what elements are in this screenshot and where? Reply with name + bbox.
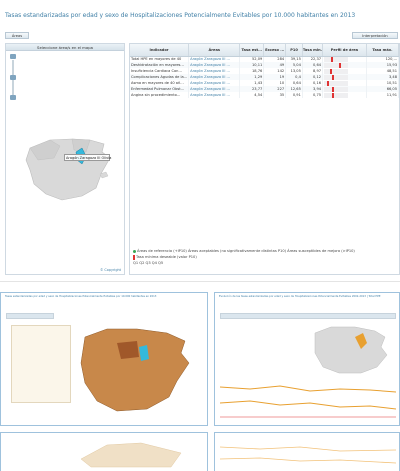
- indicators-panel: Indicador Áreas Tasa est... Exceso ... P…: [129, 43, 400, 275]
- legend-area-types-text: Áreas de referencia (+IP10) Áreas acepta…: [137, 249, 355, 253]
- thumbnail-map-2: [80, 442, 182, 468]
- legend: Áreas de referencia (+IP10) Áreas acepta…: [133, 248, 398, 266]
- thumbnail-evolution-title: Evolución de las tasas estandarizadas po…: [219, 295, 381, 298]
- profile-bar: [324, 74, 349, 80]
- map-tooltip: Aragón Zaragoza III Olivia: [64, 154, 112, 161]
- profile-marker: [332, 74, 335, 80]
- cell-tasa-min: 0,75: [302, 92, 324, 98]
- column-header-tasa-max[interactable]: Tasa máx.: [366, 44, 399, 57]
- profile-bar: [324, 56, 349, 62]
- column-header-indicador[interactable]: Indicador: [130, 44, 190, 57]
- thumbnail-map-view[interactable]: Tasas estandarizadas por edad y sexo de …: [0, 292, 208, 426]
- thumbnail-map-2-shape: [80, 442, 182, 468]
- thumbnail-series-line-2: [220, 400, 396, 410]
- legend-ref-dot: [133, 249, 136, 253]
- interpretacion-button[interactable]: Interpretación: [352, 32, 398, 39]
- cell-perfil: [322, 92, 367, 98]
- cell-indicador: Total HPE en mayores de 40: [130, 56, 190, 62]
- thumbnail-indicator-list: [11, 325, 71, 403]
- column-header-tasa-min[interactable]: Tasa min.: [302, 44, 324, 57]
- areas-button[interactable]: Áreas: [5, 32, 29, 39]
- zoom-out-icon[interactable]: [10, 95, 16, 100]
- profile-marker: [331, 86, 334, 92]
- thumbnail-lines-2-series-b: [220, 457, 396, 464]
- indicators-table: Indicador Áreas Tasa est... Exceso ... P…: [130, 44, 399, 98]
- cell-exceso: 35: [263, 92, 287, 98]
- cell-indicador: Angina sin procedimiento...: [130, 92, 190, 98]
- profile-marker: [338, 62, 341, 68]
- map-panel: Seleccione área/s en el mapa Aragón Zara…: [5, 43, 125, 275]
- thumbnail-evolution-map: [314, 326, 388, 374]
- cell-p10: 0,91: [285, 92, 303, 98]
- map-panel-header: Seleccione área/s en el mapa: [6, 44, 124, 51]
- thumbnail-choropleth-map: [80, 328, 190, 412]
- thumbnail-evolution-view[interactable]: Evolución de las tasas estandarizadas po…: [214, 292, 400, 426]
- column-header-perfil[interactable]: Perfil de área: [322, 44, 367, 57]
- p10-marker-icon: [133, 254, 135, 260]
- table-row[interactable]: Angina sin procedimiento... Aragón Zarago…: [130, 92, 399, 98]
- cell-area: Aragón Zaragoza III ...: [188, 92, 241, 98]
- column-header-areas[interactable]: Áreas: [188, 44, 241, 57]
- profile-bar: [324, 62, 349, 68]
- thumbnail-series-line-1: [220, 385, 396, 393]
- zoom-in-icon[interactable]: [10, 54, 16, 59]
- main-dashboard: Tasas estandarizadas por edad y sexo de …: [0, 0, 400, 282]
- cell-tasa-max: 11,91: [366, 92, 399, 98]
- thumbnail-map-view-2[interactable]: [0, 432, 208, 471]
- thumbnail-evolution-toolbar: [220, 313, 396, 319]
- legend-quintiles: Q1 Q2 Q3 Q4 Q5: [133, 261, 164, 265]
- column-header-exceso[interactable]: Exceso ...: [263, 44, 287, 57]
- profile-bar: [324, 68, 349, 74]
- thumbnail-map-title: Tasas estandarizadas por edad y sexo de …: [5, 295, 157, 298]
- profile-marker: [332, 92, 335, 98]
- zoom-handle[interactable]: [10, 75, 16, 80]
- profile-marker: [330, 56, 333, 62]
- profile-marker: [326, 80, 329, 86]
- column-header-tasa-estandarizada[interactable]: Tasa est...: [239, 44, 265, 57]
- thumbnail-evolution-view-2[interactable]: [214, 432, 400, 471]
- copyright-link[interactable]: © Copyright: [100, 268, 121, 272]
- thumbnail-evolution-spain-shape: [314, 326, 388, 374]
- spain-map[interactable]: [20, 130, 120, 210]
- thumbnail-evolution-lines: [220, 385, 396, 418]
- profile-marker: [330, 68, 333, 74]
- profile-bar: [324, 80, 349, 86]
- legend-p10-text: Tasa mínima deseable (valor P10): [136, 255, 197, 259]
- cell-tasa: 4,54: [239, 92, 265, 98]
- profile-bar: [324, 92, 349, 98]
- thumbnail-lines-2: [220, 446, 396, 464]
- page-title: Tasas estandarizadas por edad y sexo de …: [5, 12, 356, 19]
- zoom-slider[interactable]: [10, 54, 16, 100]
- column-header-p10[interactable]: P10: [285, 44, 303, 57]
- profile-bar: [324, 86, 349, 92]
- thumbnail-toolbar: [6, 313, 54, 319]
- thumbnail-lines-2-series-a: [220, 446, 396, 452]
